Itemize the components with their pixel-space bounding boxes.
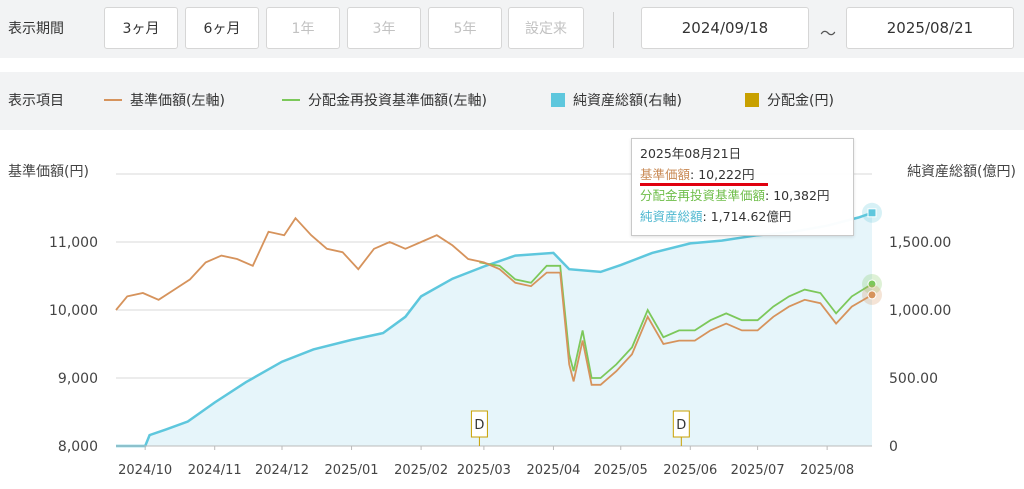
nav-chart: 8,000 9,000 10,000 11,000 0 500.00 1,000.00 1,5…: [8, 163, 1016, 478]
period-6m-button[interactable]: 6ヶ月: [185, 7, 259, 49]
nav-end-marker: [867, 290, 877, 300]
legend-nav-label: 基準価額(左軸): [130, 93, 225, 109]
right-tick-label: 1,500.00: [889, 235, 951, 251]
tooltip-nav-label: 基準価額: [640, 167, 691, 182]
date-to-input[interactable]: 2025/08/21: [846, 7, 1014, 49]
x-tick-label: 2025/07: [731, 463, 785, 478]
legend-line-icon: [104, 99, 122, 101]
right-tick-label: 1,000.00: [889, 303, 951, 319]
chart-tooltip: 2025年08月21日 基準価額: 10,222円 分配金再投資基準価額: 10…: [631, 138, 854, 236]
legend-assets-label: 純資産総額(右軸): [573, 93, 682, 109]
legend-square-icon: [551, 93, 565, 107]
x-tick-label: 2025/02: [394, 463, 448, 478]
x-tick-label: 2025/05: [594, 463, 648, 478]
legend-line-icon: [282, 99, 300, 101]
period-5y-button[interactable]: 5年: [428, 7, 502, 49]
legend-square-icon: [745, 93, 759, 107]
tooltip-assets-value: 1,714.62億円: [710, 209, 792, 224]
period-label: 表示期間: [8, 21, 64, 37]
legend-reinvest-label: 分配金再投資基準価額(左軸): [308, 93, 487, 109]
tooltip-underline: [640, 183, 768, 186]
period-bar: 表示期間 3ヶ月 6ヶ月 1年 3年 5年 設定来 2024/09/18 ～ 2…: [0, 0, 1024, 58]
right-tick-label: 0: [889, 439, 898, 455]
x-tick-label: 2025/04: [526, 463, 580, 478]
date-range-tilde: ～: [820, 24, 837, 43]
left-tick-label: 11,000: [49, 235, 98, 251]
period-3m-button[interactable]: 3ヶ月: [104, 7, 178, 49]
tooltip-reinvest-value: 10,382円: [773, 188, 830, 203]
left-axis-title: 基準価額(円): [8, 163, 89, 180]
tooltip-date: 2025年08月21日: [640, 146, 742, 161]
tooltip-assets-label: 純資産総額: [640, 209, 703, 224]
left-tick-label: 9,000: [58, 371, 98, 387]
left-tick-label: 10,000: [49, 303, 98, 319]
divider: [613, 12, 614, 48]
period-3y-button[interactable]: 3年: [347, 7, 421, 49]
date-from-input[interactable]: 2024/09/18: [641, 7, 809, 49]
tooltip-nav-value: 10,222円: [698, 167, 755, 182]
x-tick-label: 2025/08: [800, 463, 854, 478]
legend-assets[interactable]: 純資産総額(右軸): [551, 90, 682, 110]
legend-distribution-label: 分配金(円): [767, 93, 834, 109]
period-inception-button[interactable]: 設定来: [508, 7, 584, 49]
x-tick-label: 2025/06: [663, 463, 717, 478]
net-assets-end-marker: [867, 208, 877, 218]
x-tick-label: 2025/03: [457, 463, 511, 478]
right-tick-label: 500.00: [889, 371, 938, 387]
x-tick-label: 2025/01: [325, 463, 379, 478]
x-tick-label: 2024/12: [255, 463, 309, 478]
items-bar: 表示項目 基準価額(左軸) 分配金再投資基準価額(左軸) 純資産総額(右軸) 分…: [0, 72, 1024, 130]
tooltip-reinvest-label: 分配金再投資基準価額: [640, 188, 766, 203]
legend-reinvest[interactable]: 分配金再投資基準価額(左軸): [282, 90, 487, 110]
items-label: 表示項目: [8, 93, 64, 109]
period-1y-button[interactable]: 1年: [266, 7, 340, 49]
legend-distribution[interactable]: 分配金(円): [745, 90, 834, 110]
distribution-label: D: [676, 418, 686, 433]
left-tick-label: 8,000: [58, 439, 98, 455]
legend-nav[interactable]: 基準価額(左軸): [104, 90, 225, 110]
x-tick-label: 2024/10: [118, 463, 172, 478]
right-axis-title: 純資産総額(億円): [907, 164, 1016, 180]
x-tick-label: 2024/11: [188, 463, 242, 478]
distribution-label: D: [474, 418, 484, 433]
